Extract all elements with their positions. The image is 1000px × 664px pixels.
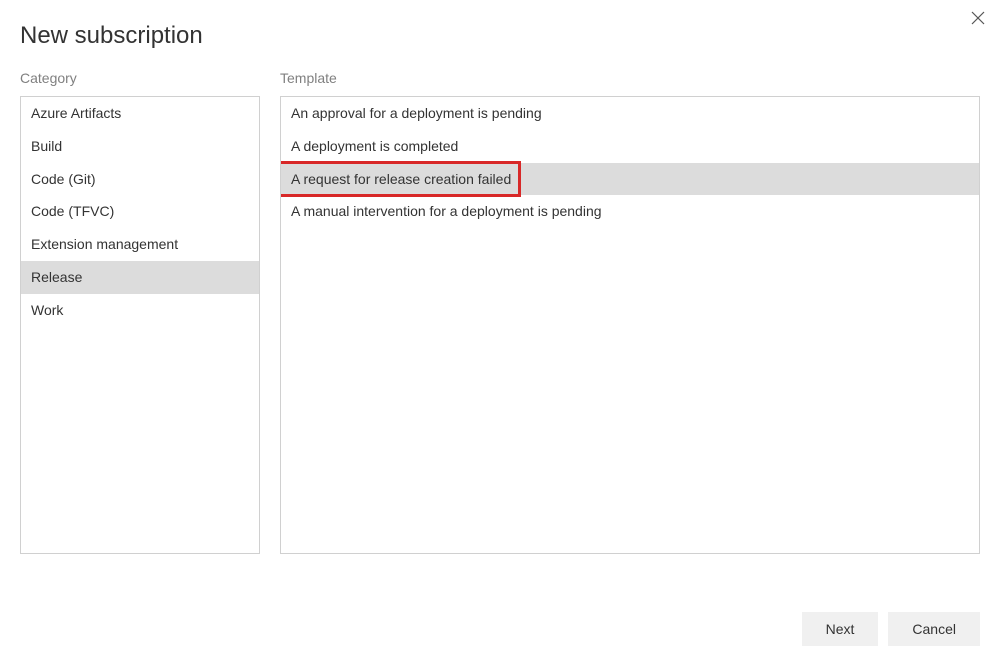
template-item[interactable]: A request for release creation failed [281,163,979,196]
template-list: An approval for a deployment is pending A… [280,96,980,554]
category-list: Azure ArtifactsBuildCode (Git)Code (TFVC… [20,96,260,554]
category-item[interactable]: Azure Artifacts [21,97,259,130]
category-item[interactable]: Work [21,294,259,327]
cancel-button[interactable]: Cancel [888,612,980,646]
category-item[interactable]: Code (TFVC) [21,195,259,228]
category-label: Category [20,70,260,86]
template-item-label: An approval for a deployment is pending [291,105,542,121]
category-column: Category Azure ArtifactsBuildCode (Git)C… [20,70,260,554]
dialog-footer: Next Cancel [802,612,980,646]
dialog-content: Category Azure ArtifactsBuildCode (Git)C… [0,50,1000,574]
category-item[interactable]: Release [21,261,259,294]
template-item[interactable]: An approval for a deployment is pending [281,97,979,130]
close-icon[interactable] [968,8,988,28]
template-item-label: A deployment is completed [291,138,458,154]
category-item[interactable]: Extension management [21,228,259,261]
template-column: Template An approval for a deployment is… [280,70,980,554]
template-item[interactable]: A manual intervention for a deployment i… [281,195,979,228]
template-item-label: A request for release creation failed [291,171,511,187]
template-item-label: A manual intervention for a deployment i… [291,203,602,219]
category-item[interactable]: Build [21,130,259,163]
next-button[interactable]: Next [802,612,879,646]
page-title: New subscription [0,0,1000,50]
category-item[interactable]: Code (Git) [21,163,259,196]
template-item[interactable]: A deployment is completed [281,130,979,163]
template-label: Template [280,70,980,86]
